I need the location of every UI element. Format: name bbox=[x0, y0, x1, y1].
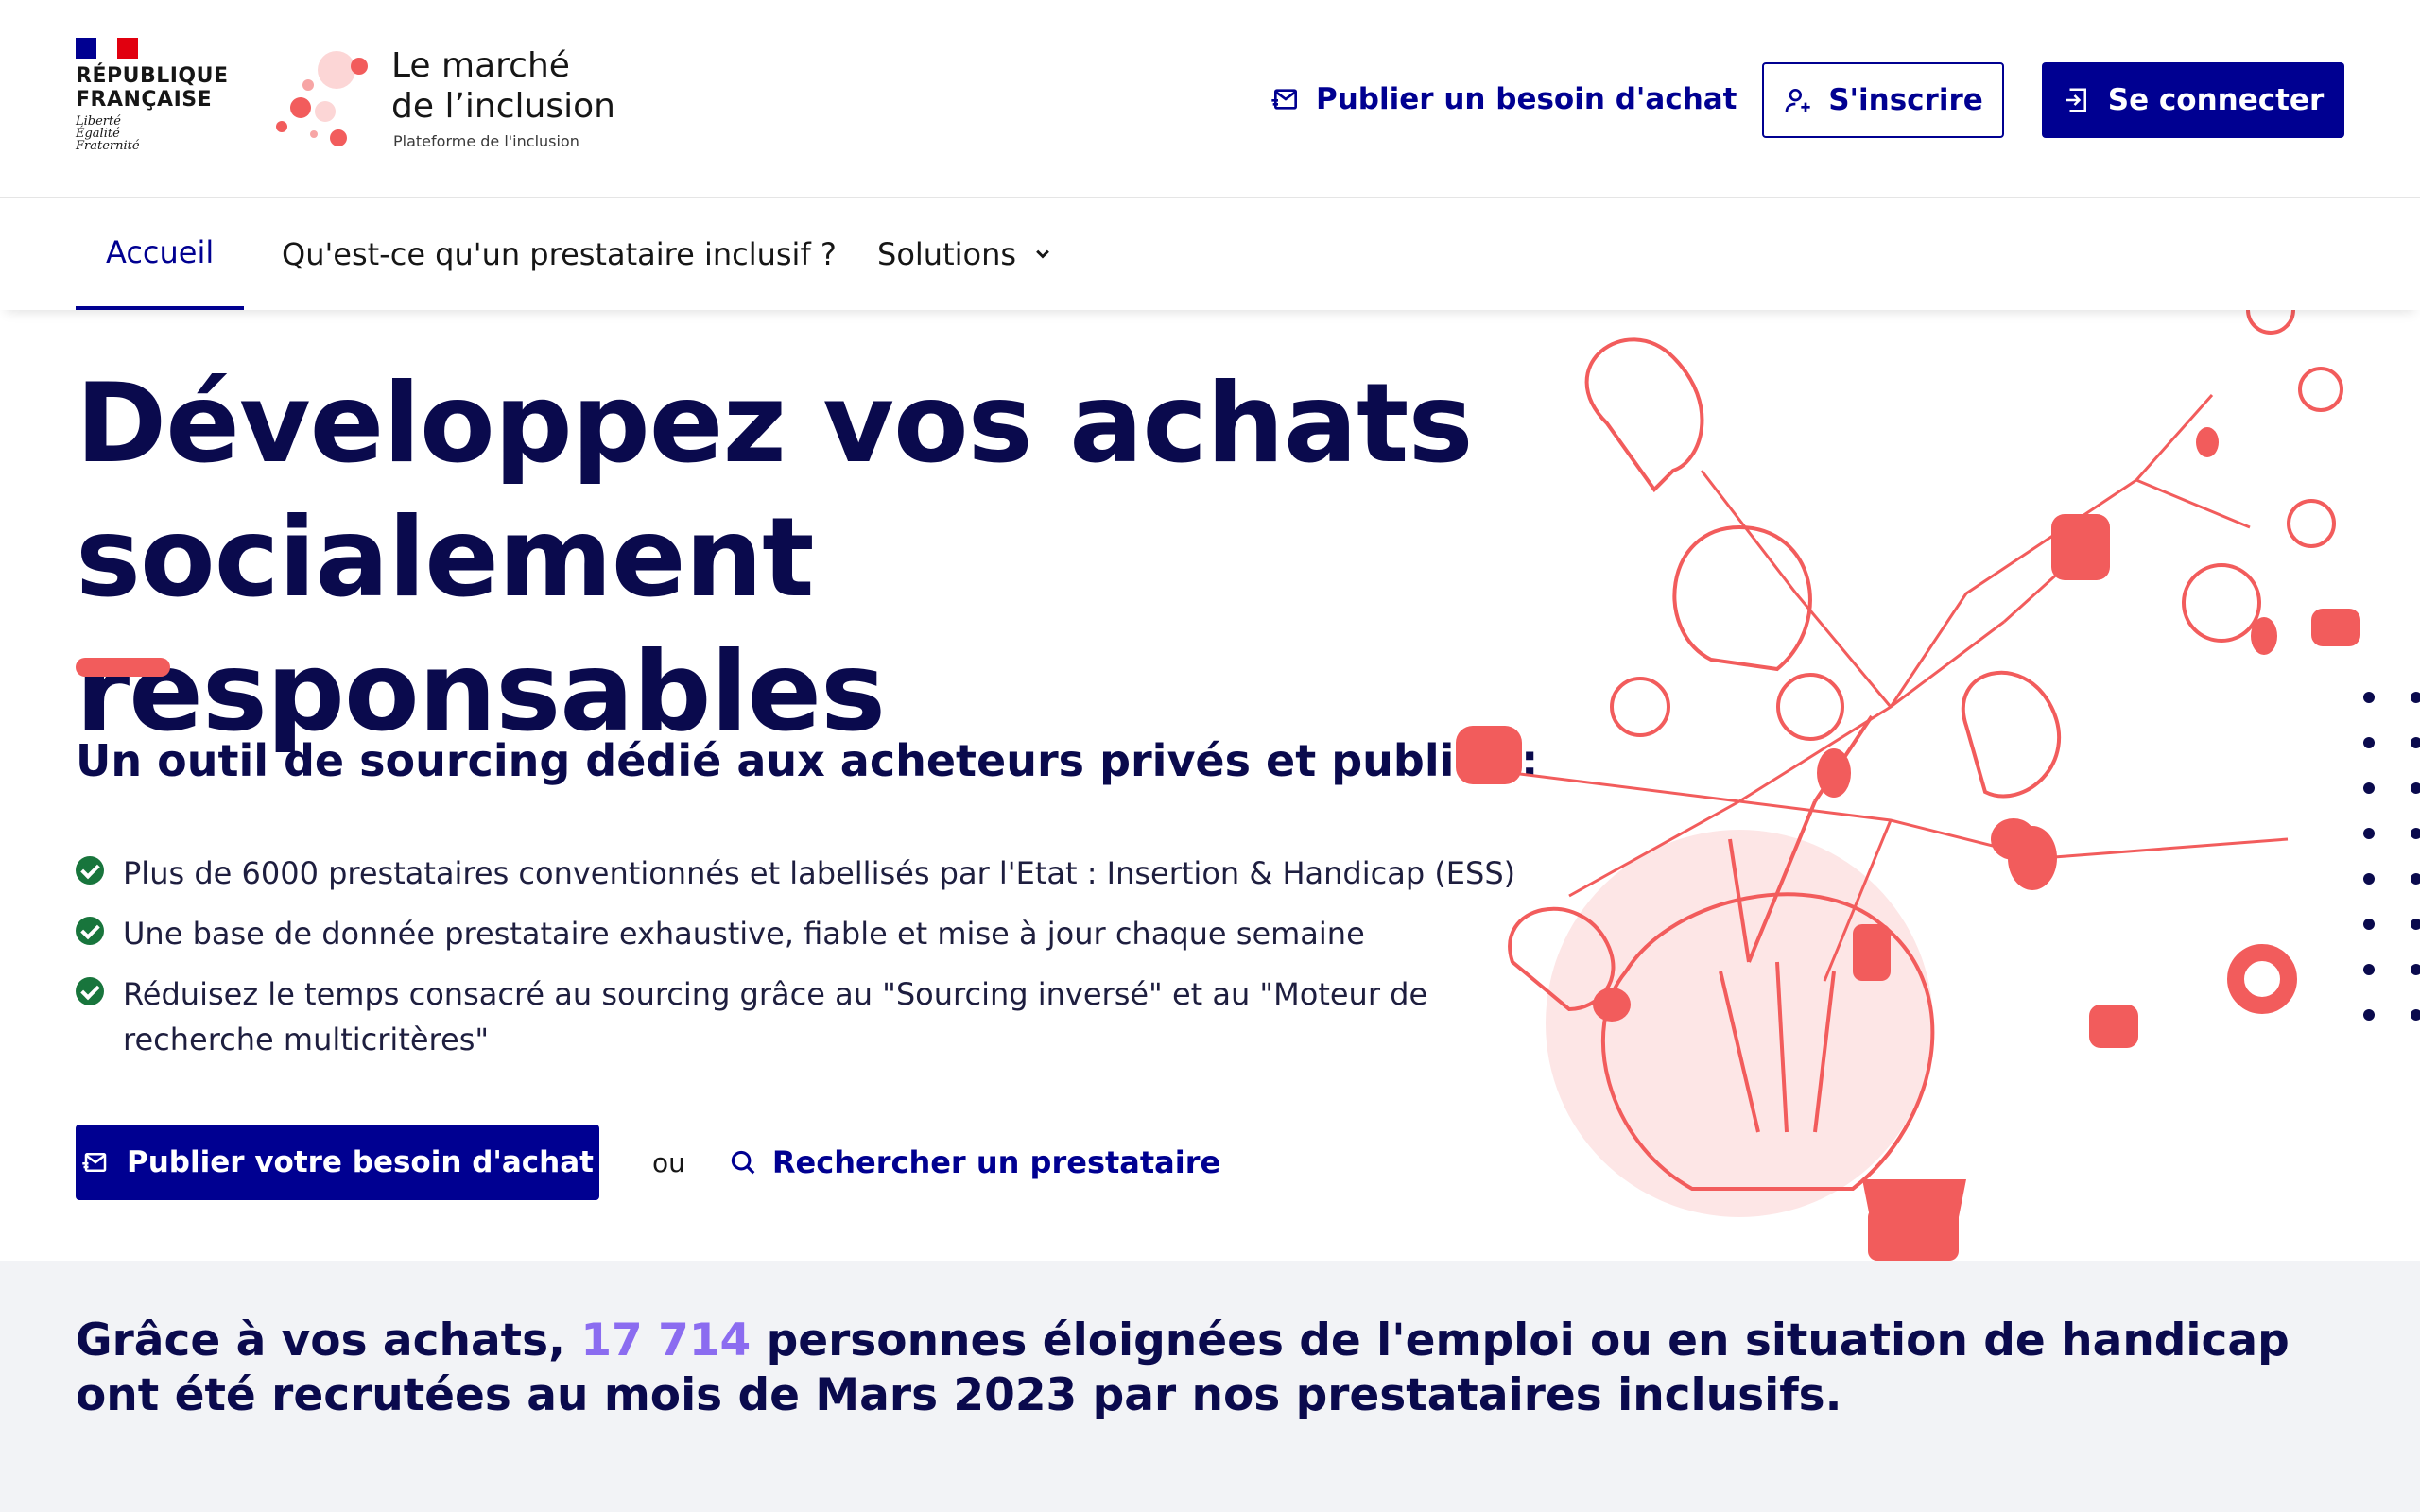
search-provider-label: Rechercher un prestataire bbox=[771, 1144, 1221, 1180]
nav-item-label: Solutions bbox=[877, 236, 1017, 272]
or-separator: ou bbox=[652, 1146, 685, 1178]
feature-text: Plus de 6000 prestataires conventionnés … bbox=[123, 855, 1516, 891]
rf-title-line2: FRANÇAISE bbox=[76, 88, 213, 112]
publish-need-link[interactable]: Publier un besoin d'achat bbox=[1270, 77, 1737, 121]
brand-subtitle: Plateforme de l'inclusion bbox=[393, 132, 579, 150]
search-icon bbox=[731, 1150, 755, 1175]
list-item: Une base de donnée prestataire exhaustiv… bbox=[76, 911, 1531, 956]
impact-prefix: Grâce à vos achats, bbox=[76, 1314, 565, 1366]
feature-text: Une base de donnée prestataire exhaustiv… bbox=[123, 916, 1365, 952]
impact-statement: Grâce à vos achats, 17 714 personnes élo… bbox=[76, 1314, 2344, 1423]
hero-actions: Publier votre besoin d'achat ou Recherch… bbox=[76, 1125, 1220, 1200]
brand-name[interactable]: Le marché de l’inclusion bbox=[391, 45, 615, 127]
nav-item-accueil[interactable]: Accueil bbox=[76, 198, 245, 310]
signup-button[interactable]: S'inscrire bbox=[1762, 62, 2004, 138]
feature-list: Plus de 6000 prestataires conventionnés … bbox=[76, 850, 1531, 1077]
search-provider-link[interactable]: Rechercher un prestataire bbox=[729, 1144, 1220, 1180]
user-add-icon bbox=[1785, 89, 1810, 112]
nav-item-solutions[interactable]: Solutions bbox=[877, 198, 1052, 310]
marche-inclusion-logo-icon[interactable] bbox=[272, 45, 386, 159]
list-item: Plus de 6000 prestataires conventionnés … bbox=[76, 850, 1531, 896]
dot-grid-icon bbox=[2363, 692, 2420, 1021]
hero-accent-bar bbox=[76, 658, 170, 677]
feature-text: Réduisez le temps consacré au sourcing g… bbox=[123, 976, 1428, 1057]
list-item: Réduisez le temps consacré au sourcing g… bbox=[76, 971, 1531, 1062]
rf-motto-fraternite: Fraternité bbox=[76, 139, 140, 153]
check-circle-icon bbox=[76, 917, 104, 945]
main-navigation: Accueil Qu'est-ce qu'un prestataire incl… bbox=[0, 198, 2420, 310]
check-circle-icon bbox=[76, 856, 104, 885]
lightbulbs-illustration bbox=[1456, 310, 2420, 1261]
hero-title: Développez vos achats socialement respon… bbox=[76, 357, 1550, 760]
login-icon bbox=[2066, 88, 2086, 112]
ring-icon bbox=[2227, 944, 2297, 1014]
republique-francaise-logo[interactable]: RÉPUBLIQUE FRANÇAISE Liberté Égalité Fra… bbox=[76, 38, 229, 153]
mail-send-icon bbox=[82, 1153, 107, 1172]
nav-item-label: Accueil bbox=[106, 234, 215, 270]
chevron-down-icon bbox=[1036, 249, 1049, 259]
login-button[interactable]: Se connecter bbox=[2042, 62, 2344, 138]
hero-title-line2: socialement responsables bbox=[76, 494, 886, 756]
nav-item-prestataire-inclusif[interactable]: Qu'est-ce qu'un prestataire inclusif ? bbox=[282, 198, 837, 310]
publish-need-label: Publier un besoin d'achat bbox=[1316, 82, 1737, 116]
login-label: Se connecter bbox=[2107, 83, 2325, 117]
site-header: RÉPUBLIQUE FRANÇAISE Liberté Égalité Fra… bbox=[0, 0, 2420, 198]
recruited-count: 17 714 bbox=[580, 1314, 752, 1366]
check-circle-icon bbox=[76, 977, 104, 1005]
publish-need-button-label: Publier votre besoin d'achat bbox=[126, 1145, 594, 1179]
brand-line2: de l’inclusion bbox=[391, 87, 615, 126]
publish-need-button[interactable]: Publier votre besoin d'achat bbox=[76, 1125, 599, 1200]
signup-label: S'inscrire bbox=[1828, 83, 1983, 117]
bulb-base-icon bbox=[1862, 1179, 1966, 1261]
brand-line1: Le marché bbox=[391, 46, 570, 85]
mail-send-icon bbox=[1271, 89, 1297, 110]
impact-stats-band: Grâce à vos achats, 17 714 personnes élo… bbox=[0, 1261, 2420, 1512]
hero-subtitle: Un outil de sourcing dédié aux acheteurs… bbox=[76, 735, 1539, 786]
french-flag-icon bbox=[76, 38, 138, 59]
hero-title-line1: Développez vos achats bbox=[76, 360, 1473, 488]
nav-item-label: Qu'est-ce qu'un prestataire inclusif ? bbox=[282, 236, 837, 272]
rf-title-line1: RÉPUBLIQUE bbox=[76, 64, 229, 88]
